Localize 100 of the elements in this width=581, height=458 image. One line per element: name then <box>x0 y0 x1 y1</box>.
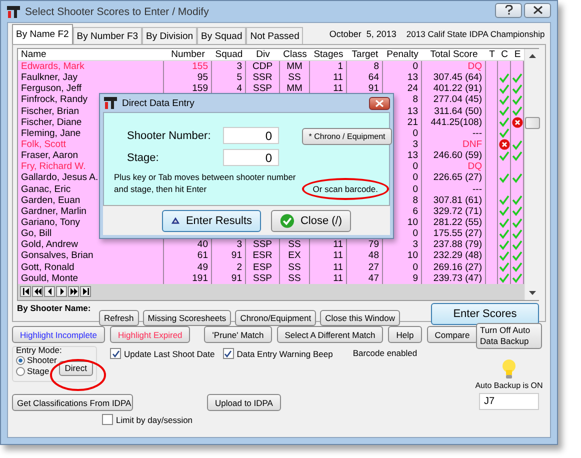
record-nav-button[interactable] <box>80 286 91 297</box>
tab[interactable]: By Division <box>142 27 198 44</box>
close-icon <box>375 100 384 106</box>
table-cell: 95 <box>164 72 212 84</box>
table-cell: 155 <box>164 61 212 72</box>
table-cell: 11 <box>310 250 347 262</box>
up-arrow-icon <box>529 54 536 58</box>
scroll-thumb[interactable] <box>525 117 540 129</box>
app-icon <box>7 6 21 18</box>
tab[interactable]: By Squad <box>197 27 246 44</box>
table-cell: 0 <box>383 262 422 273</box>
column-header[interactable]: Name <box>18 49 164 61</box>
table-cell: ESR <box>246 250 280 262</box>
scrollbar[interactable] <box>524 49 540 300</box>
help-button[interactable] <box>495 2 522 18</box>
check-icon <box>224 350 232 358</box>
toolbar-button[interactable]: Compare <box>426 326 478 343</box>
table-cell: --- <box>422 184 486 195</box>
table-cell: DQ <box>422 61 486 72</box>
close-button[interactable] <box>524 2 551 18</box>
close-button[interactable]: Close (/) <box>271 210 351 232</box>
toolbar-button[interactable]: 'Prune' Match <box>204 326 272 343</box>
action-button[interactable]: Refresh <box>99 310 139 326</box>
table-cell: 307.45 (64) <box>422 72 486 84</box>
table-cell: Gonsalves, Brian <box>18 250 164 262</box>
tab[interactable]: By Name F2 <box>12 24 73 44</box>
barcode-status: Barcode enabled <box>352 348 418 358</box>
record-nav-button[interactable] <box>20 286 31 297</box>
right-arrow-icon <box>58 288 66 295</box>
action-button[interactable]: Missing Scoresheets <box>142 310 232 326</box>
table-cell: 441.25(108) <box>422 116 486 128</box>
column-header[interactable]: Div <box>246 49 280 61</box>
table-cell: 8 <box>347 61 383 72</box>
action-button[interactable]: Close this Window <box>320 310 400 326</box>
chrono-button[interactable]: * Chrono / Equipment <box>302 128 392 145</box>
table-cell: 311.64 (50) <box>422 106 486 117</box>
tab[interactable]: By Number F3 <box>72 27 142 44</box>
checkbox[interactable]: Data Entry Warning Beep <box>222 348 333 359</box>
table-cell: 91 <box>212 250 246 262</box>
table-cell: DNF <box>422 138 486 150</box>
table-cell: --- <box>422 128 486 139</box>
table-cell: 401.22 (91) <box>422 83 486 94</box>
enter-scores-button[interactable]: Enter Scores <box>431 303 539 325</box>
input-field[interactable]: J7 <box>479 393 539 410</box>
table-cell: Faulkner, Jay <box>18 72 164 84</box>
table-cell: 27 <box>347 262 383 273</box>
table-cell: 61 <box>164 250 212 262</box>
record-nav-button[interactable] <box>68 286 79 297</box>
table-cell: Gott, Ronald <box>18 262 164 273</box>
checkbox[interactable]: Update Last Shoot Date <box>110 348 215 359</box>
column-header[interactable]: C <box>498 49 511 61</box>
check-icon <box>280 212 294 230</box>
table-cell: 281.22 (55) <box>422 216 486 228</box>
close-button[interactable] <box>369 96 390 110</box>
radio-option[interactable]: Shooter <box>16 355 57 366</box>
input-field[interactable]: 0 <box>223 127 279 144</box>
record-nav-button[interactable] <box>32 286 43 297</box>
group-label: Entry Mode: <box>16 345 63 355</box>
table-cell: CDP <box>246 61 280 72</box>
column-header[interactable]: E <box>511 49 524 61</box>
scan-barcode-hint: Or scan barcode. <box>302 178 389 200</box>
close-icon <box>532 6 542 14</box>
input-field[interactable]: 0 <box>223 149 279 166</box>
shooter-name-label: By Shooter Name: <box>17 303 92 314</box>
table-cell: 237.88 (79) <box>422 239 486 250</box>
toolbar-button[interactable]: Highlight Incomplete <box>12 326 106 343</box>
column-header[interactable]: Class <box>280 49 310 61</box>
column-header[interactable]: Stages <box>310 49 347 61</box>
table-cell: 226.65 (27) <box>422 172 486 184</box>
column-header[interactable]: Total Score <box>422 49 486 61</box>
table-cell: 48 <box>347 250 383 262</box>
record-nav-button[interactable] <box>56 286 67 297</box>
toolbar-button[interactable]: Select A Different Match <box>276 326 384 343</box>
column-header[interactable]: Squad <box>212 49 246 61</box>
table-cell: 0 <box>383 61 422 72</box>
column-header[interactable]: Penalty <box>383 49 422 61</box>
table-cell: 49 <box>164 262 212 273</box>
radio-option[interactable]: Stage <box>16 366 57 377</box>
table-cell: 269.16 (27) <box>422 262 486 273</box>
column-header[interactable]: Target <box>347 49 383 61</box>
table-cell: 1 <box>310 61 347 72</box>
table-cell: Edwards, Mark <box>18 61 164 72</box>
upload-button[interactable]: Upload to IDPA <box>207 394 281 411</box>
record-nav-button[interactable] <box>44 286 55 297</box>
left-arrow-icon <box>22 288 30 295</box>
table-cell: 175.55 (27) <box>422 228 486 240</box>
get-classifications-button[interactable]: Get Classifications From IDPA <box>12 394 133 411</box>
checkbox[interactable]: Limit by day/session <box>102 414 193 425</box>
column-header[interactable]: T <box>486 49 498 61</box>
tab[interactable]: Not Passed <box>246 27 304 44</box>
enter-results-button[interactable]: Enter Results <box>162 210 261 232</box>
table-cell: DQ <box>422 161 486 172</box>
help-icon <box>504 5 512 15</box>
table-cell: SS <box>280 72 310 84</box>
action-button[interactable]: Chrono/Equipment <box>235 310 316 326</box>
column-header[interactable]: Number <box>164 49 212 61</box>
backup-toggle-button[interactable]: Turn Off Auto Data Backup <box>476 323 542 349</box>
toolbar-button[interactable]: Help <box>388 326 422 343</box>
table-cell: MM <box>280 61 310 72</box>
table-cell: 5 <box>212 72 246 84</box>
